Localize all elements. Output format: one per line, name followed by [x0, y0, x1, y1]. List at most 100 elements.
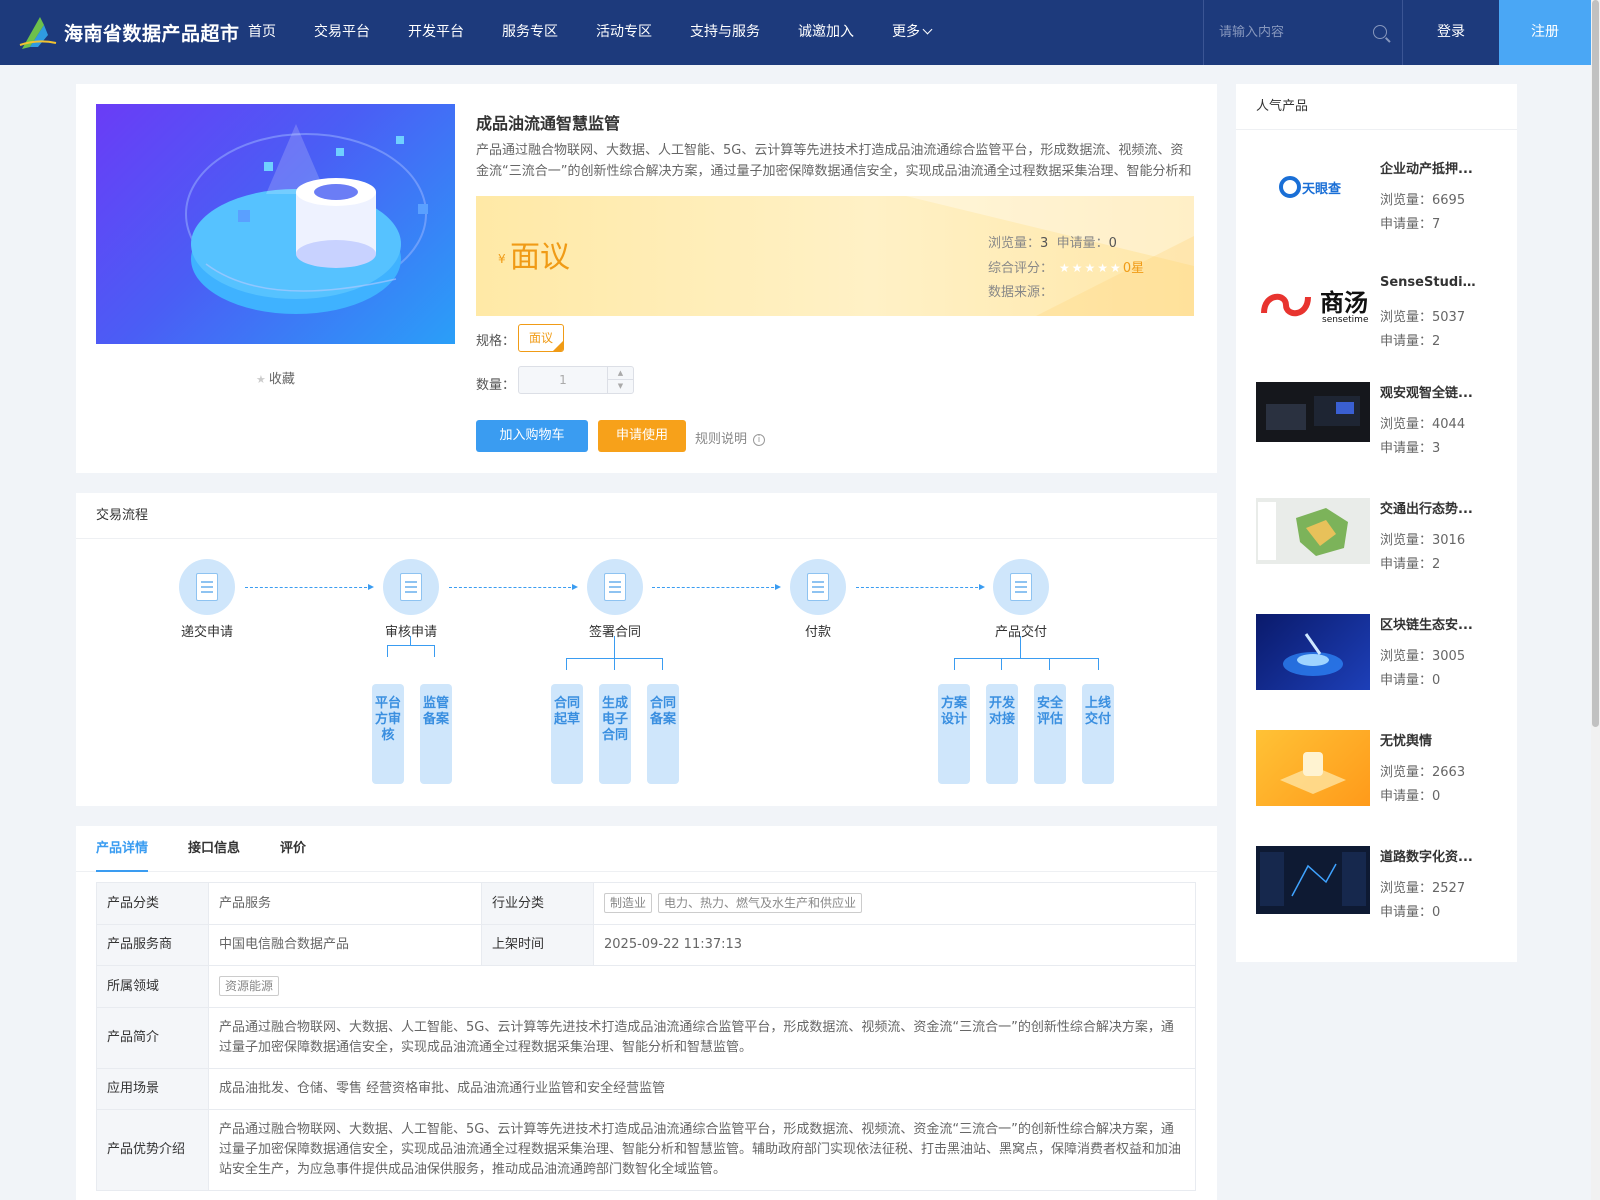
table-value: 产品通过融合物联网、大数据、人工智能、5G、云计算等先进技术打造成品油流通综合监…: [208, 1109, 1196, 1191]
site-logo[interactable]: 海南省数据产品超市: [18, 13, 248, 53]
tree-connector: [1049, 658, 1050, 670]
star-icon: ★: [256, 373, 266, 386]
product-illustration: [185, 124, 428, 314]
table-row: 应用场景 成品油批发、仓储、零售 经营资格审批、成品油流通行业监管和安全经营监管: [96, 1068, 1196, 1110]
rating-label: 综合评分：: [988, 261, 1054, 276]
nav-services[interactable]: 服务专区: [483, 0, 577, 65]
product-thumbnail: [1256, 382, 1370, 442]
login-button[interactable]: 登录: [1403, 0, 1499, 65]
tree-connector: [1020, 636, 1021, 658]
product-thumbnail: [1256, 498, 1370, 564]
nav-more-label: 更多: [892, 24, 920, 40]
price-panel: ¥ 面议 浏览量：3 申请量：0 综合评分： ★★★★★0星 数据来源：: [476, 196, 1194, 316]
product-thumbnail: [1256, 846, 1370, 914]
scrollbar-thumb[interactable]: [1592, 0, 1599, 727]
step-delivery: 产品交付: [966, 559, 1076, 640]
search-icon[interactable]: [1373, 25, 1387, 39]
currency-symbol: ¥: [498, 252, 506, 266]
quantity-input[interactable]: [519, 367, 607, 393]
nav-join[interactable]: 诚邀加入: [779, 0, 873, 65]
product-views: 浏览量：6695: [1380, 193, 1466, 208]
list-item[interactable]: 观安观智全链... 浏览量：4044 申请量：3: [1256, 382, 1506, 482]
views-value: 3: [1040, 236, 1049, 251]
review-icon: [383, 559, 439, 615]
nav-trading[interactable]: 交易平台: [295, 0, 389, 65]
sensetime-logo-sub: sensetime: [1322, 315, 1369, 325]
step-review: 审核申请: [356, 559, 466, 640]
list-item[interactable]: 无忧舆情 浏览量：2663 申请量：0: [1256, 730, 1506, 830]
substep-contract-filing: 合同备案: [647, 684, 679, 784]
nav-home[interactable]: 首页: [248, 0, 295, 65]
quantity-label: 数量：: [476, 378, 516, 393]
sensetime-logo-text: 商汤: [1320, 289, 1368, 317]
product-applies: 申请量：3: [1380, 441, 1441, 456]
document-icon: [179, 559, 235, 615]
product-name: 道路数字化资...: [1380, 850, 1473, 865]
list-item[interactable]: 天眼查 企业动产抵押... 浏览量：6695 申请量：7: [1256, 158, 1506, 258]
product-card: ★ 收藏 成品油流通智慧监管 产品通过融合物联网、大数据、人工智能、5G、云计算等…: [76, 84, 1217, 473]
product-title: 成品油流通智慧监管: [476, 114, 621, 133]
tab-api-info[interactable]: 接口信息: [188, 826, 240, 872]
table-row: 所属领域 资源能源: [96, 965, 1196, 1008]
top-header: 海南省数据产品超市 首页 交易平台 开发平台 服务专区 活动专区 支持与服务 诚…: [0, 0, 1591, 65]
nav-events[interactable]: 活动专区: [577, 0, 671, 65]
product-views: 浏览量：5037: [1380, 310, 1466, 325]
table-row: 产品分类 产品服务 行业分类 制造业 电力、热力、燃气及水生产和供应业: [96, 882, 1196, 925]
quantity-stepper: ▲ ▼: [518, 366, 634, 394]
product-views: 浏览量：2527: [1380, 881, 1466, 896]
views-label: 浏览量：: [988, 236, 1041, 251]
step-contract: 签署合同: [560, 559, 670, 640]
payment-icon: [790, 559, 846, 615]
chevron-down-icon[interactable]: ▼: [608, 380, 633, 393]
substep-solution-design: 方案设计: [938, 684, 970, 784]
tab-product-detail[interactable]: 产品详情: [96, 826, 149, 872]
apply-use-button[interactable]: 申请使用: [598, 420, 686, 452]
step-submit: 递交申请: [152, 559, 262, 640]
product-name: 企业动产抵押...: [1380, 162, 1473, 177]
table-value: 中国电信融合数据产品: [208, 924, 482, 966]
product-thumbnail: [1256, 730, 1370, 806]
table-key: 产品分类: [96, 882, 209, 925]
tab-reviews[interactable]: 评价: [280, 826, 306, 872]
product-applies: 申请量：0: [1380, 905, 1441, 920]
nav-developer[interactable]: 开发平台: [389, 0, 483, 65]
nav-more[interactable]: 更多: [873, 0, 950, 65]
product-name: 无忧舆情: [1380, 734, 1433, 749]
tree-connector: [387, 645, 435, 657]
rules-link[interactable]: 规则说明 i: [695, 428, 766, 447]
table-row: 产品服务商 中国电信融合数据产品 上架时间 2025-09-22 11:37:1…: [96, 924, 1196, 966]
page-scrollbar[interactable]: [1591, 0, 1600, 1200]
logo-icon: [19, 16, 57, 49]
flow-arrow: [449, 584, 578, 590]
substep-e-contract: 生成电子合同: [599, 684, 631, 784]
list-item[interactable]: 交通出行态势... 浏览量：3016 申请量：2: [1256, 498, 1506, 598]
site-title: 海南省数据产品超市: [64, 23, 240, 45]
product-description: 产品通过融合物联网、大数据、人工智能、5G、云计算等先进技术打造成品油流通综合监…: [476, 143, 1192, 179]
list-item[interactable]: 区块链生态安... 浏览量：3005 申请量：0: [1256, 614, 1506, 714]
product-applies: 申请量：2: [1380, 557, 1441, 572]
nav-support[interactable]: 支持与服务: [671, 0, 779, 65]
table-key: 应用场景: [96, 1068, 209, 1110]
chevron-up-icon[interactable]: ▲: [608, 367, 633, 380]
step-label: 产品交付: [994, 625, 1047, 640]
list-item[interactable]: 商汤 sensetime SenseStudio... 浏览量：5037 申请量…: [1256, 275, 1506, 375]
add-to-cart-button[interactable]: 加入购物车: [476, 420, 588, 452]
substep-dev-integration: 开发对接: [986, 684, 1018, 784]
spec-option[interactable]: 面议: [518, 324, 564, 352]
source-label: 数据来源：: [988, 285, 1054, 300]
favorite-label: 收藏: [268, 372, 295, 387]
substep-go-live: 上线交付: [1082, 684, 1114, 784]
list-item[interactable]: 道路数字化资... 浏览量：2527 申请量：0: [1256, 846, 1506, 946]
register-button[interactable]: 注册: [1499, 0, 1591, 65]
chevron-down-icon: [922, 24, 933, 35]
rating-value: 0星: [1122, 261, 1145, 276]
table-key: 产品服务商: [96, 924, 209, 966]
search-input[interactable]: [1219, 25, 1369, 40]
table-key: 所属领域: [96, 965, 209, 1008]
search-box: [1203, 0, 1403, 65]
favorite-button[interactable]: ★ 收藏: [256, 368, 295, 387]
step-label: 付款: [804, 625, 831, 640]
substep-security-assessment: 安全评估: [1034, 684, 1066, 784]
product-name: 交通出行态势...: [1380, 502, 1473, 517]
rules-label: 规则说明: [695, 432, 748, 447]
